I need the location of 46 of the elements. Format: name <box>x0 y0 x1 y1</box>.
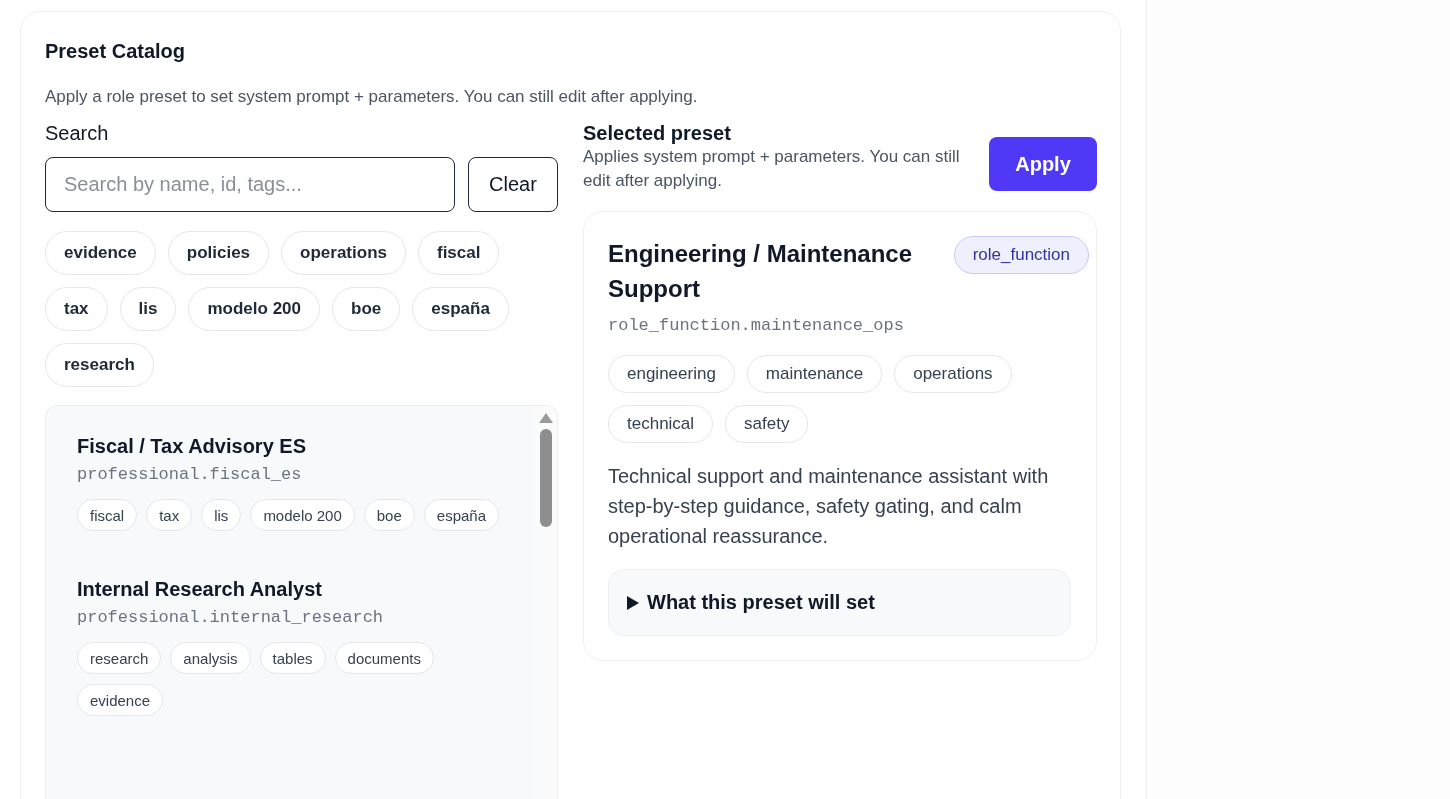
tag-chip: maintenance <box>746 355 883 393</box>
search-label: Search <box>45 121 110 146</box>
tag-chip: boe <box>363 499 415 531</box>
tag-chip: research <box>77 642 162 674</box>
selected-preset-note: Applies system prompt + parameters. You can still edit after applying. <box>583 146 961 192</box>
tag-filter-chip[interactable]: evidence <box>45 231 156 275</box>
tag-chip: analysis <box>170 642 251 674</box>
tag-chip: modelo 200 <box>250 499 355 531</box>
tag-chip: tables <box>259 642 326 674</box>
apply-button[interactable]: Apply <box>989 137 1097 191</box>
tag-filter-chip[interactable]: fiscal <box>418 231 500 275</box>
preset-id: role_function.maintenance_ops <box>608 315 905 337</box>
tag-filter-chip[interactable]: research <box>45 343 154 387</box>
tag-chip: evidence <box>77 684 164 716</box>
preset-title: Engineering / Maintenance Support <box>608 239 914 304</box>
selected-preset-heading: Selected preset <box>583 121 732 146</box>
tag-chip: technical <box>608 405 714 443</box>
tag-chip: tax <box>146 499 193 531</box>
tag-chip: españa <box>423 499 500 531</box>
tag-filter-chip[interactable]: policies <box>167 231 270 275</box>
tag-filter-chip[interactable]: boe <box>332 287 401 331</box>
preset-id: professional.fiscal_es <box>77 464 303 486</box>
scroll-up-icon[interactable] <box>539 413 553 423</box>
tag-filter-chip[interactable]: lis <box>119 287 177 331</box>
tag-filter-chip[interactable]: españa <box>412 287 509 331</box>
preset-id: professional.internal_research <box>77 607 385 629</box>
scrollbar-thumb[interactable] <box>540 429 552 527</box>
category-badge: role_function <box>953 236 1089 274</box>
preset-description: Technical support and maintenance assistant with step-by-step guidance, safety gating, and calm operational reassurance. <box>608 464 1050 549</box>
search-field[interactable]: Search by name, id, tags... <box>45 157 455 212</box>
tag-filter-chip[interactable]: tax <box>45 287 108 331</box>
tag-chip: lis <box>201 499 242 531</box>
clear-button[interactable]: Clear <box>468 157 558 212</box>
tag-chip: fiscal <box>77 499 138 531</box>
details-disclosure[interactable]: What this preset will set <box>608 569 1071 636</box>
tag-chip: engineering <box>608 355 735 393</box>
tag-chip: documents <box>334 642 434 674</box>
tag-chip: operations <box>894 355 1012 393</box>
preset-name[interactable]: Fiscal / Tax Advisory ES <box>77 432 515 460</box>
details-summary[interactable]: What this preset will set <box>647 591 875 614</box>
catalog-description: Apply a role preset to set system prompt + parameters. You can still edit after applying. <box>45 86 699 108</box>
preset-name[interactable]: Internal Research Analyst <box>77 575 515 603</box>
tag-filter-chip[interactable]: operations <box>281 231 406 275</box>
tag-filter-chip[interactable]: modelo 200 <box>188 287 321 331</box>
catalog-title: Preset Catalog <box>45 39 187 64</box>
tag-chip: safety <box>725 405 809 443</box>
